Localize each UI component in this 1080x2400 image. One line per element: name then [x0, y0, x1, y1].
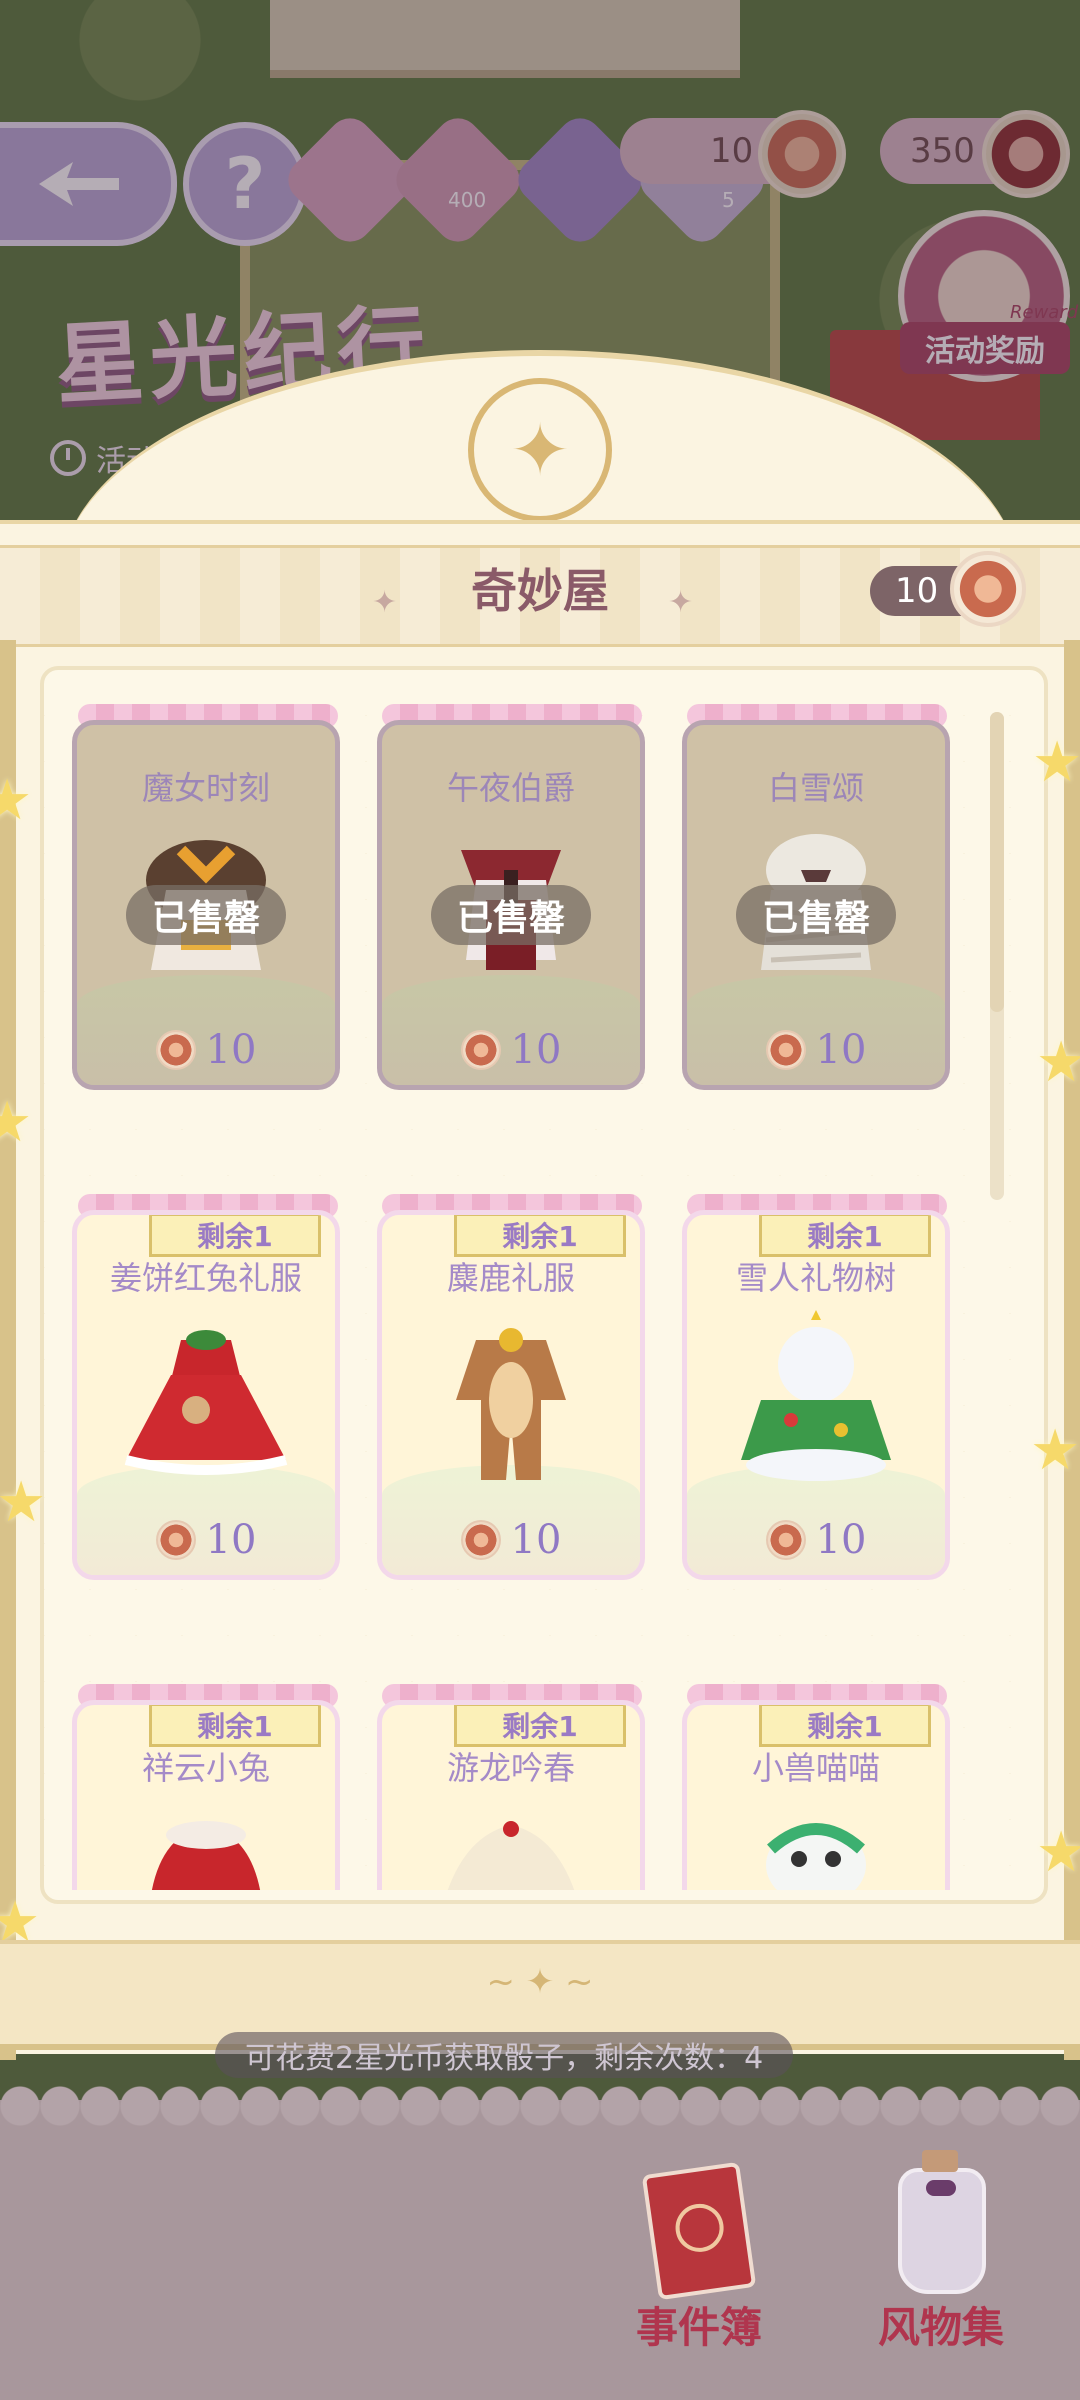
item-price: 10	[687, 1517, 945, 1563]
remaining-badge: 剩余1	[149, 1215, 321, 1257]
remaining-badge: 剩余1	[149, 1705, 321, 1747]
star-emblem-icon: ✦	[468, 378, 612, 522]
item-price: 10	[77, 1517, 335, 1563]
item-card[interactable]: 麋鹿礼服 剩余1 10	[377, 1210, 645, 1580]
item-card[interactable]: 小兽喵喵 剩余1	[682, 1700, 950, 1890]
remaining-badge: 剩余1	[759, 1705, 931, 1747]
dice-hint: 可花费2星光币获取骰子，剩余次数：4	[215, 2032, 794, 2078]
price-value: 10	[815, 1027, 867, 1073]
remaining-badge: 剩余1	[454, 1705, 626, 1747]
item-name: 午夜伯爵	[446, 769, 575, 807]
star-decoration-icon: ★	[0, 1470, 47, 1535]
item-price: 10	[382, 1517, 640, 1563]
star-decoration-icon: ★	[1036, 1030, 1080, 1095]
item-card[interactable]: 魔女时刻 已售罄 10	[72, 720, 340, 1090]
collection-jar-icon[interactable]	[898, 2150, 986, 2294]
coin-icon	[155, 1030, 196, 1070]
emblem-glyph: ✦	[509, 408, 571, 492]
sold-out-label: 已售罄	[735, 885, 897, 945]
item-card[interactable]: 白雪颂 已售罄 10	[682, 720, 950, 1090]
snowman-tree-icon	[741, 1310, 891, 1481]
item-card[interactable]: 雪人礼物树 剩余1 10	[682, 1210, 950, 1580]
nav-collection[interactable]: 风物集	[878, 2294, 1004, 2355]
dragon-outfit-icon	[447, 1821, 575, 1890]
coin-icon	[460, 1030, 501, 1070]
star-decoration-icon: ★	[1036, 1820, 1080, 1885]
price-value: 10	[205, 1027, 257, 1073]
item-card[interactable]: 姜饼红兔礼服 剩余1 10	[72, 1210, 340, 1580]
star-decoration-icon: ★	[1032, 730, 1080, 795]
coin-icon	[765, 1520, 806, 1560]
scrollbar-thumb[interactable]	[990, 712, 1004, 1012]
item-name: 小兽喵喵	[751, 1749, 880, 1787]
sold-out-label: 已售罄	[125, 885, 287, 945]
reindeer-costume-icon	[456, 1328, 566, 1480]
item-price: 10	[687, 1027, 945, 1073]
nav-event-book[interactable]: 事件簿	[636, 2294, 762, 2355]
lion-dance-icon	[766, 1823, 866, 1890]
coin-icon	[155, 1520, 196, 1560]
coin-icon	[460, 1520, 501, 1560]
gingerbread-dress-icon	[124, 1330, 288, 1475]
price-value: 10	[815, 1517, 867, 1563]
sold-out-label: 已售罄	[430, 885, 592, 945]
ornament-right-icon: ✦	[668, 585, 694, 620]
price-value: 10	[510, 1517, 562, 1563]
item-card[interactable]: 祥云小兔 剩余1	[72, 1700, 340, 1890]
event-book-icon[interactable]	[641, 2161, 757, 2301]
coin-icon	[765, 1030, 806, 1070]
star-decoration-icon: ★	[0, 1090, 33, 1155]
item-name: 白雪颂	[767, 769, 864, 807]
item-name: 雪人礼物树	[735, 1259, 896, 1297]
item-name: 姜饼红兔礼服	[109, 1259, 302, 1297]
frame-left	[0, 640, 16, 2060]
star-coin-icon	[950, 551, 1026, 627]
price-value: 10	[205, 1517, 257, 1563]
item-price: 10	[382, 1027, 640, 1073]
item-name: 游龙吟春	[446, 1749, 575, 1787]
item-name: 麋鹿礼服	[446, 1259, 575, 1297]
star-decoration-icon: ★	[1030, 1418, 1080, 1483]
bottom-ornament-icon: ~ ✦ ~	[486, 1962, 594, 2002]
item-name: 魔女时刻	[141, 769, 270, 807]
remaining-badge: 剩余1	[454, 1215, 626, 1257]
star-decoration-icon: ★	[0, 768, 33, 833]
remaining-badge: 剩余1	[759, 1215, 931, 1257]
item-name: 祥云小兔	[141, 1749, 270, 1787]
cloud-bunny-icon	[152, 1821, 260, 1890]
coin-count: 10	[895, 571, 939, 611]
scallop-edge	[0, 2086, 1080, 2126]
item-price: 10	[77, 1027, 335, 1073]
item-card[interactable]: 游龙吟春 剩余1	[377, 1700, 645, 1890]
price-value: 10	[510, 1027, 562, 1073]
item-card[interactable]: 午夜伯爵 已售罄 10	[377, 720, 645, 1090]
